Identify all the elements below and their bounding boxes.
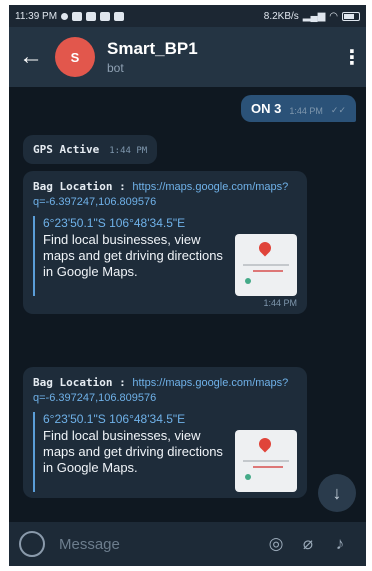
- link-preview[interactable]: 6°23'50.1"S 106°48'34.5"E Find local bus…: [33, 412, 297, 492]
- map-pin-icon: [256, 239, 274, 257]
- message-text: GPS Active: [33, 143, 100, 156]
- status-bar: 11:39 PM 8.2KB/s ▂▄▆ ◠: [9, 5, 366, 27]
- message-time: 1:44 PM: [289, 106, 323, 116]
- message-text: ON 3: [251, 101, 282, 116]
- avatar[interactable]: S: [55, 37, 95, 77]
- phone-screen: 11:39 PM 8.2KB/s ▂▄▆ ◠ ← S Smart_BP1 bot…: [9, 5, 366, 566]
- location-label: Bag Location: [33, 376, 113, 389]
- preview-title: 6°23'50.1"S 106°48'34.5"E: [43, 412, 186, 426]
- chat-header[interactable]: Smart_BP1 bot: [107, 39, 342, 75]
- wifi-icon: ◠: [329, 10, 338, 22]
- emoji-icon[interactable]: [19, 531, 45, 557]
- preview-description: Find local businesses, view maps and get…: [43, 232, 223, 279]
- app-bar: ← S Smart_BP1 bot ⋮: [9, 27, 366, 87]
- chat-title: Smart_BP1: [107, 39, 198, 58]
- message-body: Bag Location : https://maps.google.com/m…: [33, 375, 297, 406]
- camera-icon[interactable]: ◎: [260, 534, 292, 554]
- battery-icon: [342, 11, 360, 21]
- location-message[interactable]: Bag Location : https://maps.google.com/m…: [23, 367, 307, 498]
- network-speed: 8.2KB/s: [263, 10, 299, 22]
- status-time: 11:39 PM: [15, 10, 58, 22]
- more-vert-icon[interactable]: ⋮: [342, 45, 362, 70]
- link-preview[interactable]: 6°23'50.1"S 106°48'34.5"E Find local bus…: [33, 216, 297, 296]
- location-message[interactable]: Bag Location : https://maps.google.com/m…: [23, 171, 307, 314]
- chat-subtitle: bot: [107, 61, 124, 75]
- map-thumbnail[interactable]: [235, 234, 297, 296]
- message-input-bar: Message ◎ ⌀ ♪: [9, 522, 366, 566]
- signal-icon: ▂▄▆: [302, 10, 326, 22]
- double-check-icon: ✓✓: [330, 105, 346, 115]
- map-thumbnail[interactable]: [235, 430, 297, 492]
- message-time: 1:44 PM: [109, 146, 148, 156]
- label-separator: :: [112, 180, 133, 193]
- outgoing-message[interactable]: ON 3 1:44 PM ✓✓: [241, 95, 356, 122]
- scroll-down-button[interactable]: ↓: [318, 474, 356, 512]
- message-input[interactable]: Message: [59, 536, 260, 553]
- attach-icon[interactable]: ⌀: [292, 534, 324, 554]
- app-notification-icon: [114, 11, 125, 21]
- notification-icon: [61, 12, 69, 20]
- microphone-icon[interactable]: ♪: [324, 534, 356, 554]
- message-body: Bag Location : https://maps.google.com/m…: [33, 179, 297, 210]
- preview-title: 6°23'50.1"S 106°48'34.5"E: [43, 216, 186, 230]
- location-label: Bag Location: [33, 180, 113, 193]
- label-separator: :: [112, 376, 133, 389]
- incoming-message[interactable]: GPS Active 1:44 PM: [23, 135, 158, 164]
- message-time: 1:44 PM: [263, 298, 297, 308]
- app-notification-icon: [72, 11, 83, 21]
- arrow-left-icon[interactable]: ←: [19, 43, 55, 71]
- app-notification-icon: [100, 11, 111, 21]
- arrow-down-icon: ↓: [332, 482, 342, 503]
- map-pin-icon: [256, 435, 274, 453]
- preview-description: Find local businesses, view maps and get…: [43, 428, 223, 475]
- app-notification-icon: [86, 11, 97, 21]
- chat-area[interactable]: ON 3 1:44 PM ✓✓ GPS Active 1:44 PM Bag L…: [9, 87, 366, 522]
